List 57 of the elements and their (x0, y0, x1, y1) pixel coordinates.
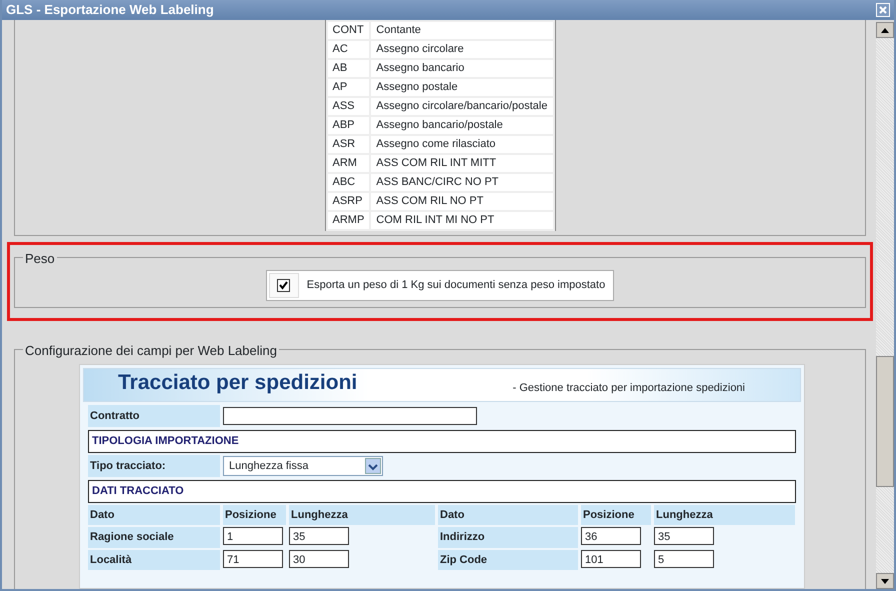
scrollbar-thumb[interactable] (876, 356, 894, 487)
input-field[interactable]: 35 (654, 527, 714, 545)
table-cell: Assegno postale (371, 79, 552, 96)
form-subtitle: - Gestione tracciato per importazione spedizioni (512, 381, 745, 396)
table-cell: ASRP (328, 193, 370, 210)
table-cell: ASS COM RIL NO PT (371, 193, 552, 210)
column-header: Posizione (223, 504, 286, 525)
input-field[interactable]: 5 (654, 550, 714, 568)
field-label: Tipo tracciato: (88, 454, 220, 477)
close-button[interactable] (876, 3, 890, 17)
table-cell: CONT (328, 22, 370, 39)
table-cell: ASS (328, 98, 370, 115)
table-cell: ABP (328, 117, 370, 134)
field-label: Ragione sociale (88, 527, 220, 548)
table-cell: ARM (328, 155, 370, 172)
table-cell: COM RIL INT MI NO PT (371, 212, 552, 229)
column-header: Posizione (581, 504, 651, 525)
table-cell: ASR (328, 136, 370, 153)
scroll-down-button[interactable] (876, 573, 894, 589)
table-cell: Assegno circolare (371, 41, 552, 58)
input-field[interactable]: 71 (223, 550, 283, 568)
column-header: Dato (88, 504, 220, 525)
table-cell: Assegno bancario (371, 60, 552, 77)
input-field[interactable] (223, 406, 477, 425)
window-title: GLS - Esportazione Web Labeling (6, 1, 214, 20)
field-label: Zip Code (438, 550, 578, 570)
input-field[interactable]: 1 (223, 527, 283, 545)
table-cell: Assegno come rilasciato (371, 136, 552, 153)
table-cell: AC (328, 41, 370, 58)
column-header: Lunghezza (654, 504, 795, 525)
table-cell: ARMP (328, 212, 370, 229)
table-cell: ABC (328, 174, 370, 191)
checkbox-label: Esporta un peso di 1 Kg sui documenti senza peso impostato (306, 278, 606, 293)
up-arrow-icon (881, 28, 889, 32)
section-heading: DATI TRACCIATO (88, 480, 796, 502)
input-field[interactable]: 35 (289, 527, 349, 545)
table-cell: Assegno bancario/postale (371, 117, 552, 134)
input-field[interactable]: 36 (581, 527, 641, 545)
input-field[interactable]: 101 (581, 550, 641, 568)
column-header: Lunghezza (289, 504, 435, 525)
table-cell: AB (328, 60, 370, 77)
table-cell: Assegno circolare/bancario/postale (371, 98, 552, 115)
checkbox[interactable] (277, 278, 290, 292)
column-header: Dato (438, 504, 578, 525)
input-field[interactable]: 30 (289, 550, 349, 568)
dropdown-field[interactable]: Lunghezza fissa (223, 456, 383, 476)
scroll-up-button[interactable] (876, 22, 894, 38)
table-cell: AP (328, 79, 370, 96)
table-cell: ASS COM RIL INT MITT (371, 155, 552, 172)
form-title: Tracciato per spedizioni (118, 370, 358, 396)
field-label: Località (88, 550, 220, 570)
field-label: Contratto (88, 404, 220, 427)
table-cell: ASS BANC/CIRC NO PT (371, 174, 552, 191)
field-label: Indirizzo (438, 527, 578, 548)
down-arrow-icon (881, 578, 889, 584)
table-cell: Contante (371, 22, 552, 39)
section-heading: TIPOLOGIA IMPORTAZIONE (88, 430, 796, 452)
